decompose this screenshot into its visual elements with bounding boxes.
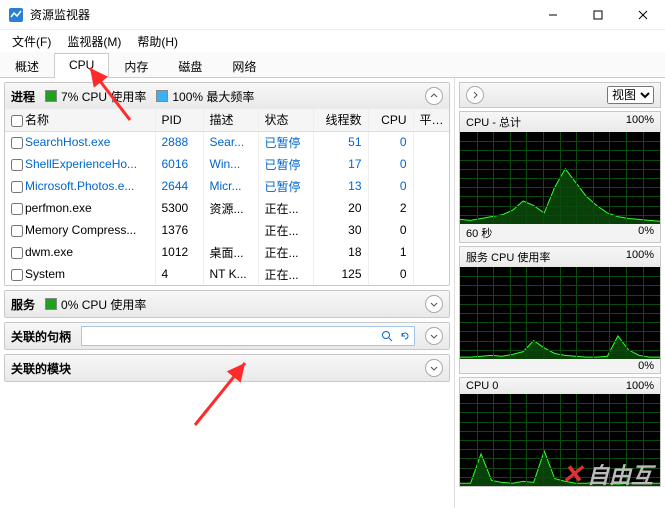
services-section: 服务 0% CPU 使用率 (4, 290, 450, 318)
table-row[interactable]: dwm.exe1012桌面...正在...181 (5, 241, 449, 263)
row-checkbox[interactable] (11, 159, 23, 171)
menu-file[interactable]: 文件(F) (4, 31, 59, 52)
select-all-checkbox[interactable] (11, 115, 23, 127)
row-checkbox[interactable] (11, 247, 23, 259)
chart-box: CPU 0 100% (459, 377, 661, 487)
cpu-usage-label: 7% CPU 使用率 (61, 88, 146, 105)
row-checkbox[interactable] (11, 181, 23, 193)
expand-button[interactable] (425, 295, 443, 313)
cpu-freq-label: 100% 最大频率 (172, 88, 254, 105)
process-table: 名称 PID 描述 状态 线程数 CPU 平… SearchHost.exe28… (5, 109, 449, 285)
col-pid[interactable]: PID (155, 109, 203, 131)
chart-title: 服务 CPU 使用率 (466, 249, 550, 265)
row-checkbox[interactable] (11, 137, 23, 149)
col-name[interactable]: 名称 (5, 109, 155, 131)
search-icon[interactable] (378, 330, 396, 342)
cpu-usage-swatch (45, 90, 57, 102)
cpu-freq-swatch (156, 90, 168, 102)
tab-bar: 概述 CPU 内存 磁盘 网络 (0, 52, 665, 78)
tab-overview[interactable]: 概述 (0, 53, 54, 78)
table-row[interactable]: perfmon.exe5300资源...正在...202 (5, 197, 449, 219)
processes-section: 进程 7% CPU 使用率 100% 最大频率 名称 PID 描述 状态 线程数… (4, 82, 450, 286)
chart-pct: 100% (626, 114, 654, 130)
collapse-right-button[interactable] (466, 86, 484, 104)
menubar: 文件(F) 监视器(M) 帮助(H) (0, 30, 665, 52)
app-icon (8, 7, 24, 23)
col-threads[interactable]: 线程数 (313, 109, 368, 131)
table-row[interactable]: ShellExperienceHo...6016Win...已暂停170 (5, 153, 449, 175)
row-checkbox[interactable] (11, 269, 23, 281)
tab-memory[interactable]: 内存 (109, 53, 163, 78)
chart-pct: 100% (626, 380, 654, 392)
expand-button[interactable] (425, 327, 443, 345)
chart-foot-right: 0% (638, 360, 654, 372)
chart-body (460, 267, 660, 359)
tab-disk[interactable]: 磁盘 (163, 53, 217, 78)
chart-pct: 100% (626, 249, 654, 265)
col-desc[interactable]: 描述 (203, 109, 258, 131)
maximize-button[interactable] (575, 0, 620, 30)
right-header: 视图 (459, 82, 661, 108)
handles-section: 关联的句柄 (4, 322, 450, 350)
table-row[interactable]: Memory Compress...1376正在...300 (5, 219, 449, 241)
modules-title: 关联的模块 (11, 360, 71, 377)
tab-network[interactable]: 网络 (217, 53, 271, 78)
services-usage-swatch (45, 298, 57, 310)
table-row[interactable]: Microsoft.Photos.e...2644Micr...已暂停130 (5, 175, 449, 197)
chart-box: 服务 CPU 使用率 100% 0% (459, 246, 661, 374)
modules-section: 关联的模块 (4, 354, 450, 382)
table-row[interactable]: SearchHost.exe2888Sear...已暂停510 (5, 131, 449, 153)
col-status[interactable]: 状态 (258, 109, 313, 131)
chart-body (460, 132, 660, 224)
view-select[interactable]: 视图 (607, 86, 654, 104)
row-checkbox[interactable] (11, 203, 23, 215)
col-cpu[interactable]: CPU (368, 109, 413, 131)
minimize-button[interactable] (530, 0, 575, 30)
collapse-button[interactable] (425, 87, 443, 105)
window-title: 资源监视器 (30, 6, 530, 23)
handles-search-box (81, 326, 415, 346)
menu-monitor[interactable]: 监视器(M) (59, 31, 129, 52)
refresh-icon[interactable] (396, 330, 414, 342)
col-avg[interactable]: 平… (413, 109, 449, 131)
expand-button[interactable] (425, 359, 443, 377)
chart-body (460, 394, 660, 486)
menu-help[interactable]: 帮助(H) (129, 31, 186, 52)
close-button[interactable] (620, 0, 665, 30)
services-title: 服务 (11, 296, 35, 313)
chart-box: CPU - 总计 100% 60 秒 0% (459, 111, 661, 243)
tab-cpu[interactable]: CPU (54, 53, 109, 78)
services-usage-label: 0% CPU 使用率 (61, 296, 146, 313)
chart-title: CPU - 总计 (466, 114, 521, 130)
processes-title: 进程 (11, 88, 35, 105)
chart-foot-right: 0% (638, 225, 654, 241)
handles-title: 关联的句柄 (11, 328, 71, 345)
chart-foot-left: 60 秒 (466, 225, 492, 241)
row-checkbox[interactable] (11, 225, 23, 237)
handles-search-input[interactable] (82, 329, 378, 343)
table-row[interactable]: System4NT K...正在...1250 (5, 263, 449, 285)
chart-title: CPU 0 (466, 380, 498, 392)
